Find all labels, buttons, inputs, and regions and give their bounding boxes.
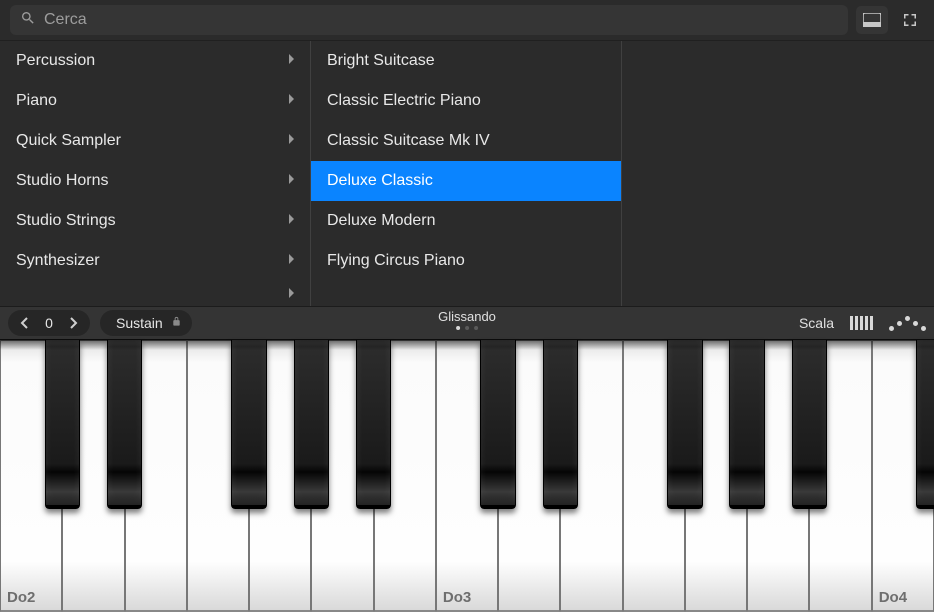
chevron-right-icon [288,52,296,70]
dot [474,326,478,330]
scale-button[interactable]: Scala [799,315,834,331]
category-column[interactable]: Percussion Piano Quick Sampler Studio Ho… [0,41,311,306]
category-label: Percussion [16,52,95,70]
black-key[interactable] [294,340,329,509]
preset-item[interactable]: Classic Suitcase Mk IV [311,121,621,161]
key-label: Do2 [7,589,35,606]
detail-column [622,41,934,306]
octave-down-button[interactable] [12,311,36,335]
category-label: Synthesizer [16,252,100,270]
category-item[interactable]: Quick Sampler [0,121,310,161]
black-key[interactable] [916,340,934,509]
preset-label: Classic Electric Piano [327,92,481,110]
search-icon [20,10,36,31]
category-item-partial[interactable] [0,281,310,306]
octave-up-button[interactable] [62,311,86,335]
black-key[interactable] [543,340,578,509]
sound-browser: Percussion Piano Quick Sampler Studio Ho… [0,40,934,306]
category-item[interactable]: Studio Strings [0,201,310,241]
black-key[interactable] [480,340,515,509]
category-label: Quick Sampler [16,132,121,150]
preset-column[interactable]: Bright Suitcase Classic Electric Piano C… [311,41,622,306]
black-key[interactable] [729,340,764,509]
category-label: Studio Horns [16,172,109,190]
keyboard-size-button[interactable] [850,316,873,330]
black-key[interactable] [667,340,702,509]
keyboard-area: Do2 Do3 Do4 [0,340,934,612]
preset-item-selected[interactable]: Deluxe Classic [311,161,621,201]
key-label: Do4 [879,589,907,606]
black-key[interactable] [792,340,827,509]
black-key[interactable] [107,340,142,509]
search-input[interactable] [44,11,838,29]
sustain-toggle[interactable]: Sustain [100,310,192,336]
category-label: Studio Strings [16,212,116,230]
preset-item[interactable]: Deluxe Modern [311,201,621,241]
keyboard-top-shadow [0,340,934,350]
black-key[interactable] [45,340,80,509]
preset-label: Bright Suitcase [327,52,435,70]
black-key[interactable] [231,340,266,509]
preset-item[interactable]: Bright Suitcase [311,41,621,81]
dot-active [456,326,460,330]
lock-icon [171,315,182,331]
chevron-right-icon [288,212,296,230]
play-mode-label: Glissando [438,309,496,324]
preset-label: Deluxe Modern [327,212,436,230]
app-root: Percussion Piano Quick Sampler Studio Ho… [0,0,934,612]
category-label: Piano [16,92,57,110]
piano-keyboard[interactable]: Do2 Do3 Do4 [0,340,934,612]
category-item[interactable]: Percussion [0,41,310,81]
black-key[interactable] [356,340,391,509]
preset-label: Flying Circus Piano [327,252,465,270]
dot [465,326,469,330]
chevron-right-icon [288,172,296,190]
fullscreen-button[interactable] [896,6,924,34]
chevron-right-icon [288,92,296,110]
strip-right-group: Scala [799,315,926,331]
key-label: Do3 [443,589,471,606]
octave-stepper: 0 [8,310,90,336]
page-dots [456,326,478,330]
category-item[interactable]: Synthesizer [0,241,310,281]
control-strip: 0 Sustain Glissando Scala [0,306,934,340]
chevron-right-icon [288,286,296,304]
search-field[interactable] [10,5,848,35]
arpeggiator-button[interactable] [889,316,926,331]
preset-label: Deluxe Classic [327,172,433,190]
chevron-right-icon [288,132,296,150]
octave-value: 0 [36,315,62,331]
view-mode-button[interactable] [856,6,888,34]
category-item[interactable]: Studio Horns [0,161,310,201]
category-item[interactable]: Piano [0,81,310,121]
preset-label: Classic Suitcase Mk IV [327,132,490,150]
top-bar [0,0,934,40]
play-mode-selector[interactable]: Glissando [438,309,496,330]
preset-item[interactable]: Flying Circus Piano [311,241,621,281]
sustain-label: Sustain [116,315,163,331]
black-keys-row [0,340,934,509]
preset-item[interactable]: Classic Electric Piano [311,81,621,121]
chevron-right-icon [288,252,296,270]
